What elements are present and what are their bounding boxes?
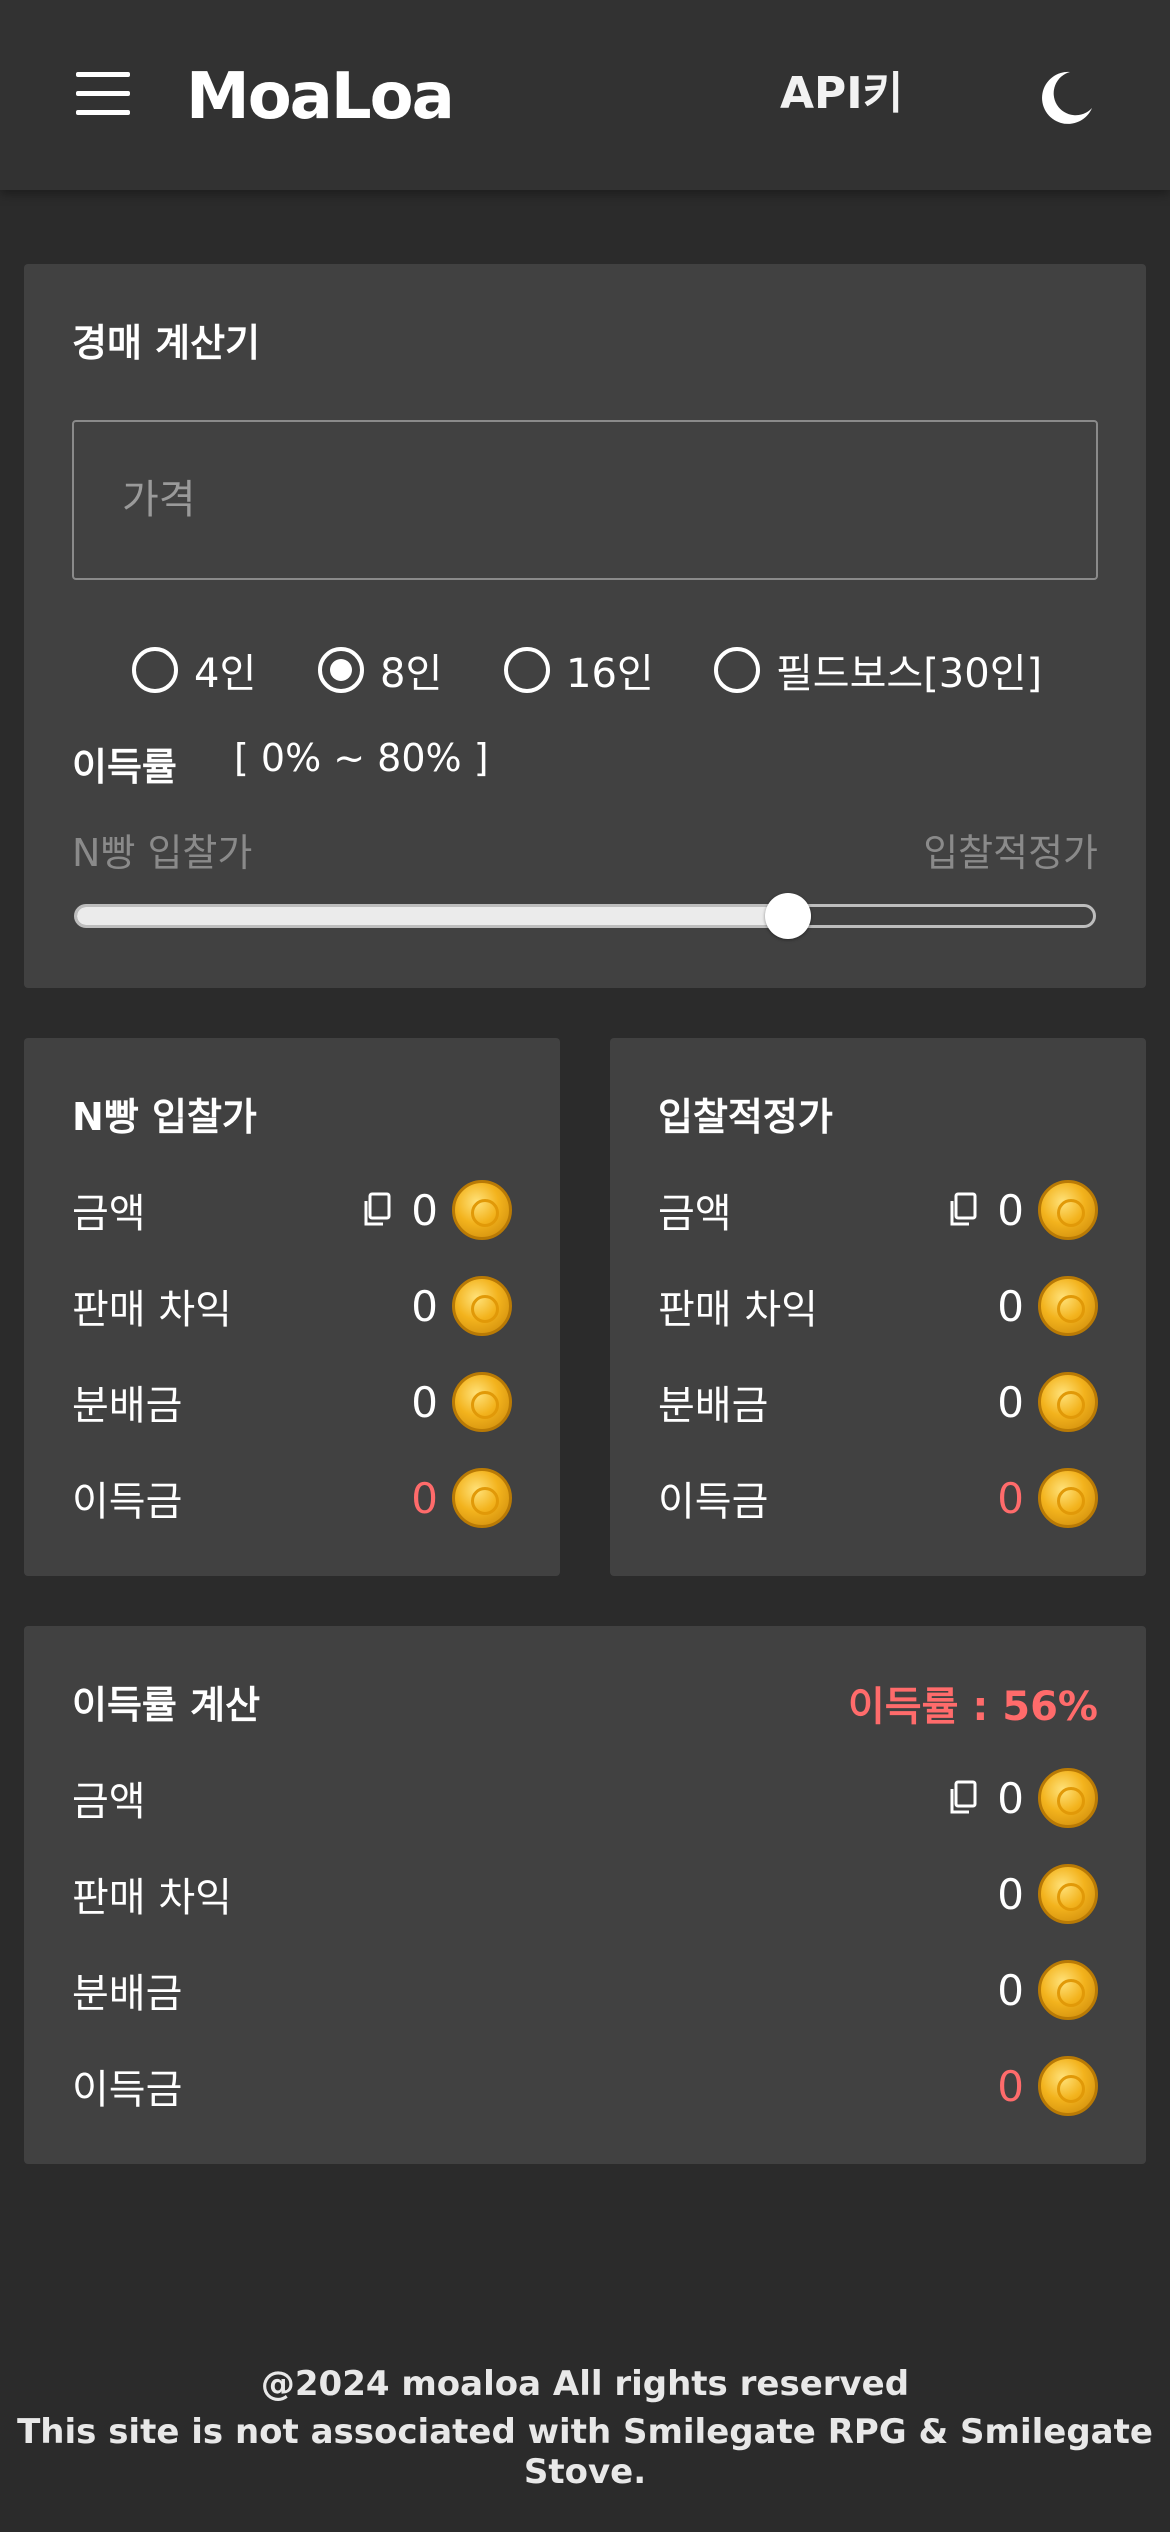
radio-circle[interactable] xyxy=(504,647,550,693)
fair-bid-row-amount: 금액 xyxy=(658,1178,732,1242)
gold-coin-icon xyxy=(452,1180,512,1240)
row-value: 0 xyxy=(411,1377,438,1427)
radio-16-players[interactable]: 16인 xyxy=(504,642,654,698)
gold-coin-icon xyxy=(1038,1180,1098,1240)
radio-circle[interactable] xyxy=(132,647,178,693)
gold-coin-icon xyxy=(452,1468,512,1528)
profit-row-distribution: 분배금 xyxy=(72,1958,182,2022)
row-value: 0 xyxy=(411,1473,438,1523)
row-value: 0 xyxy=(997,1281,1024,1331)
profit-sale-margin-value: 0 xyxy=(997,1862,1098,1926)
copy-icon[interactable] xyxy=(949,1780,977,1816)
n-bid-row-distribution: 분배금 xyxy=(72,1370,182,1434)
radio-circle[interactable] xyxy=(714,647,760,693)
row-label: 금액 xyxy=(72,1191,146,1237)
gold-coin-icon xyxy=(1038,1276,1098,1336)
logo[interactable]: MoaLoa xyxy=(186,52,455,142)
profit-rate-label: 이득률 xyxy=(72,745,177,789)
copy-icon[interactable] xyxy=(949,1192,977,1228)
slider-fill xyxy=(77,907,789,925)
row-label: 분배금 xyxy=(72,1971,183,2017)
fair-bid-row-profit: 이득금 xyxy=(658,1466,768,1530)
slider-min-label: N빵 입찰가 xyxy=(72,831,253,875)
row-label: 이득금 xyxy=(72,2067,183,2113)
radio-field-boss[interactable]: 필드보스[30인] xyxy=(714,642,1042,698)
api-key-link[interactable]: API키 xyxy=(780,62,903,126)
profit-rate-card: 이득률 계산 이득률 : 56% 금액 0 판매 차익 0 분배금 0 이득금 … xyxy=(24,1626,1146,2164)
row-label: 분배금 xyxy=(72,1383,183,1429)
price-input[interactable] xyxy=(72,420,1098,580)
row-label: 판매 차익 xyxy=(72,1287,232,1333)
gold-coin-icon xyxy=(1038,2056,1098,2116)
auction-calculator-title: 경매 계산기 xyxy=(72,321,261,365)
n-bid-row-profit: 이득금 xyxy=(72,1466,182,1530)
radio-8-players[interactable]: 8인 xyxy=(318,642,442,698)
fair-bid-title: 입찰적정가 xyxy=(658,1095,833,1139)
row-value: 0 xyxy=(411,1281,438,1331)
fair-bid-row-distribution: 분배금 xyxy=(658,1370,768,1434)
menu-icon[interactable] xyxy=(76,72,130,116)
row-label: 판매 차익 xyxy=(72,1875,232,1921)
fair-bid-profit-value: 0 xyxy=(997,1466,1098,1530)
header: MoaLoa API키 xyxy=(0,0,1170,190)
gold-coin-icon xyxy=(452,1276,512,1336)
profit-rate-title: 이득률 계산 xyxy=(72,1683,261,1727)
gold-coin-icon xyxy=(1038,1960,1098,2020)
n-bid-title: N빵 입찰가 xyxy=(72,1095,257,1139)
profit-amount-value: 0 xyxy=(949,1766,1098,1830)
row-value: 0 xyxy=(997,2061,1024,2111)
slider-max-label: 입찰적정가 xyxy=(923,831,1098,875)
row-label: 이득금 xyxy=(658,1479,769,1525)
profit-row-amount: 금액 xyxy=(72,1766,146,1830)
fair-bid-row-sale-margin: 판매 차익 xyxy=(658,1274,818,1338)
moon-icon[interactable] xyxy=(1036,68,1096,128)
radio-label: 4인 xyxy=(194,651,257,697)
profit-row-sale-margin: 판매 차익 xyxy=(72,1862,232,1926)
n-bid-amount-value: 0 xyxy=(363,1178,512,1242)
radio-label: 16인 xyxy=(566,651,654,697)
row-value: 0 xyxy=(997,1473,1024,1523)
fair-bid-card: 입찰적정가 금액 0 판매 차익 0 분배금 0 이득금 0 xyxy=(610,1038,1146,1576)
radio-4-players[interactable]: 4인 xyxy=(132,642,256,698)
profit-row-profit: 이득금 xyxy=(72,2054,182,2118)
profit-rate-value: 이득률 : 56% xyxy=(848,1684,1098,1730)
fair-bid-amount-value: 0 xyxy=(949,1178,1098,1242)
row-value: 0 xyxy=(997,1965,1024,2015)
footer-disclaimer: This site is not associated with Smilega… xyxy=(17,2412,1153,2492)
row-label: 분배금 xyxy=(658,1383,769,1429)
fair-bid-distribution-value: 0 xyxy=(997,1370,1098,1434)
radio-label: 8인 xyxy=(380,651,443,697)
row-value: 0 xyxy=(997,1869,1024,1919)
n-bid-sale-margin-value: 0 xyxy=(411,1274,512,1338)
radio-label: 필드보스[30인] xyxy=(776,651,1043,697)
gold-coin-icon xyxy=(1038,1864,1098,1924)
auction-calculator-card: 경매 계산기 4인 8인 16인 필드보스[30인] 이득률 [ 0% ~ 80… xyxy=(24,264,1146,988)
n-bid-profit-value: 0 xyxy=(411,1466,512,1530)
row-value: 0 xyxy=(997,1185,1024,1235)
row-label: 이득금 xyxy=(72,1479,183,1525)
gold-coin-icon xyxy=(1038,1468,1098,1528)
n-bid-row-sale-margin: 판매 차익 xyxy=(72,1274,232,1338)
row-value: 0 xyxy=(997,1773,1024,1823)
row-value: 0 xyxy=(411,1185,438,1235)
n-bid-distribution-value: 0 xyxy=(411,1370,512,1434)
gold-coin-icon xyxy=(1038,1372,1098,1432)
row-label: 판매 차익 xyxy=(658,1287,818,1333)
copy-icon[interactable] xyxy=(363,1192,391,1228)
gold-coin-icon xyxy=(452,1372,512,1432)
row-label: 금액 xyxy=(658,1191,732,1237)
row-value: 0 xyxy=(997,1377,1024,1427)
n-bid-row-amount: 금액 xyxy=(72,1178,146,1242)
profit-slider[interactable] xyxy=(74,893,1096,939)
fair-bid-sale-margin-value: 0 xyxy=(997,1274,1098,1338)
footer-copyright: @2024 moaloa All rights reserved xyxy=(260,2364,910,2404)
gold-coin-icon xyxy=(1038,1768,1098,1828)
profit-distribution-value: 0 xyxy=(997,1958,1098,2022)
slider-thumb[interactable] xyxy=(765,893,812,939)
radio-circle-selected[interactable] xyxy=(318,647,364,693)
n-bid-card: N빵 입찰가 금액 0 판매 차익 0 분배금 0 이득금 0 xyxy=(24,1038,560,1576)
profit-rate-range: [ 0% ~ 80% ] xyxy=(234,736,489,780)
row-label: 금액 xyxy=(72,1779,146,1825)
profit-profit-value: 0 xyxy=(997,2054,1098,2118)
